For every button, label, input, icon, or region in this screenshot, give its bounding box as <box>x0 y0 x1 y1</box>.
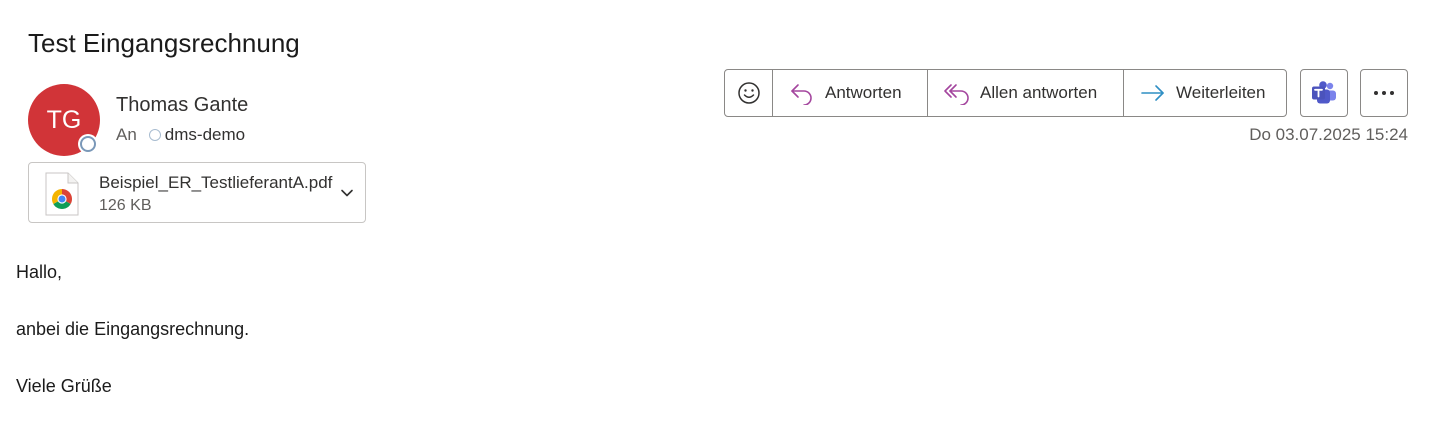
to-label: An <box>116 125 137 144</box>
forward-button[interactable]: Weiterleiten <box>1123 70 1286 116</box>
smiley-icon <box>737 82 760 104</box>
teams-icon <box>1312 81 1336 104</box>
message-subject: Test Eingangsrechnung <box>28 28 300 58</box>
avatar-initials: TG <box>46 105 82 134</box>
teams-share-button[interactable] <box>1300 69 1348 117</box>
recipient-name[interactable]: dms-demo <box>165 125 245 145</box>
message-date: Do 03.07.2025 15:24 <box>1249 125 1408 144</box>
reply-label: Antworten <box>825 83 902 102</box>
reply-icon <box>791 84 812 105</box>
reply-all-icon <box>944 84 969 105</box>
attachment-card[interactable]: Beispiel_ER_TestlieferantA.pdf 126 KB <box>28 162 366 223</box>
body-line-closing: Viele Grüße <box>16 376 112 396</box>
reply-all-label: Allen antworten <box>980 83 1098 102</box>
message-action-bar: Antworten Allen antworten Weiterleiten <box>724 69 1287 117</box>
forward-arrow-icon <box>1141 85 1164 101</box>
attachment-size: 126 KB <box>99 197 152 214</box>
presence-status-icon <box>80 136 96 152</box>
recipient-presence-icon <box>148 129 161 141</box>
reply-all-button[interactable]: Allen antworten <box>927 70 1123 116</box>
forward-label: Weiterleiten <box>1176 83 1266 102</box>
emoji-reaction-button[interactable] <box>725 70 772 116</box>
chevron-down-icon[interactable] <box>339 185 355 201</box>
more-icon <box>1374 91 1394 95</box>
more-actions-button[interactable] <box>1360 69 1408 117</box>
body-line-content: anbei die Eingangsrechnung. <box>16 319 250 339</box>
attachment-filename: Beispiel_ER_TestlieferantA.pdf <box>99 173 333 192</box>
recipient-line: An dms-demo <box>116 125 245 145</box>
chrome-pdf-icon <box>45 172 79 216</box>
body-line-greeting: Hallo, <box>16 262 63 282</box>
reply-button[interactable]: Antworten <box>772 70 927 116</box>
sender-name[interactable]: Thomas Gante <box>116 94 248 117</box>
